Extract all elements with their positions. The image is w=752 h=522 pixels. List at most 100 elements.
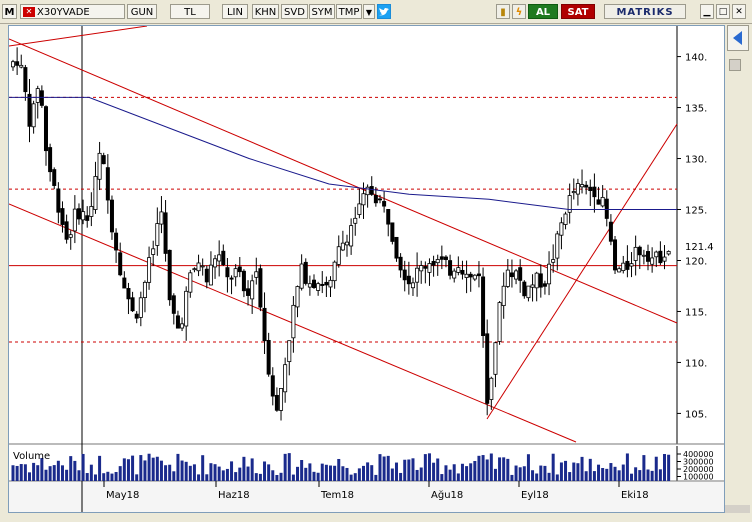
period-button[interactable]: GUN <box>127 4 157 19</box>
volume-bar <box>110 473 114 481</box>
volume-bar <box>93 474 97 481</box>
twitter-button[interactable] <box>377 4 391 19</box>
volume-bar <box>98 455 102 481</box>
volume-bar <box>349 474 353 481</box>
candle-body <box>237 266 242 273</box>
volume-bar <box>423 454 427 481</box>
candle-body <box>229 277 234 280</box>
candle-body <box>204 268 209 283</box>
candle-body <box>538 273 543 288</box>
y-tick-label: 105. <box>685 409 707 420</box>
volume-bar <box>432 462 436 481</box>
menu-label: M <box>4 7 15 18</box>
scrollbar-track[interactable] <box>725 505 750 513</box>
volume-bar <box>300 460 304 481</box>
volume-bar <box>102 473 106 481</box>
close-button[interactable]: ✕ <box>732 4 746 19</box>
candle-body <box>76 208 81 220</box>
volume-bar <box>654 456 658 481</box>
candle-body <box>303 261 308 284</box>
volume-bar <box>246 466 250 481</box>
volume-bar <box>584 471 588 481</box>
volume-bar <box>304 467 308 481</box>
collapse-panel-button[interactable] <box>727 25 749 51</box>
candle-body <box>633 246 638 261</box>
candle-body <box>283 364 288 393</box>
khn-button[interactable]: KHN <box>252 4 279 19</box>
candle-body <box>658 250 663 264</box>
volume-bar <box>135 474 139 481</box>
candle-body <box>456 267 461 273</box>
tmp-dropdown[interactable]: ▼ <box>363 4 375 19</box>
volume-bar <box>386 455 390 481</box>
volume-bar <box>399 472 403 481</box>
volume-bar <box>481 455 485 481</box>
y-tick-label: 125. <box>685 206 707 217</box>
volume-bar <box>353 473 357 481</box>
tmp-button[interactable]: TMP <box>336 4 362 19</box>
candle-body <box>68 234 73 238</box>
candle-body <box>217 254 222 262</box>
candle-body <box>60 208 65 225</box>
volume-bar <box>296 466 300 481</box>
buy-button[interactable]: AL <box>528 4 558 19</box>
volume-bar <box>419 467 423 481</box>
candle-body <box>534 272 539 289</box>
lock-button[interactable]: ▮ <box>496 4 510 19</box>
maximize-button[interactable]: □ <box>716 4 730 19</box>
volume-bar <box>69 456 73 481</box>
chart-type-icon: ✕ <box>23 7 35 17</box>
candle-body <box>386 209 391 225</box>
volume-bar <box>77 470 81 481</box>
volume-bar <box>81 453 85 481</box>
volume-bar <box>180 460 184 481</box>
candle-body <box>11 61 16 68</box>
lin-button[interactable]: LIN <box>222 4 248 19</box>
svd-button[interactable]: SVD <box>281 4 308 19</box>
twitter-icon <box>379 8 389 16</box>
candle-body <box>575 183 580 195</box>
volume-bar <box>469 463 473 481</box>
symbol-field[interactable]: ✕ X30YVADE <box>20 4 125 19</box>
candle-body <box>246 288 251 296</box>
candle-body <box>357 203 362 215</box>
candle-body <box>43 106 48 152</box>
candle-body <box>27 93 32 127</box>
volume-bar <box>456 473 460 481</box>
minimize-button[interactable]: ▁ <box>700 4 714 19</box>
volume-bar <box>493 468 497 481</box>
volume-bar <box>407 459 411 481</box>
volume-bar <box>642 455 646 481</box>
price-chart[interactable]: 105. 110. 115. 120. 125. 130. 135. 140. 121.4 Vol… <box>9 26 724 512</box>
candle-body <box>15 61 20 66</box>
candle-body <box>324 281 329 286</box>
candle-body <box>423 266 428 269</box>
candle-body <box>180 323 185 329</box>
x-tick-label: Eyl18 <box>521 490 549 501</box>
close-icon: ✕ <box>735 7 743 17</box>
sym-button[interactable]: SYM <box>309 4 335 19</box>
candle-body <box>184 290 189 327</box>
scroll-up-arrow[interactable] <box>729 59 741 71</box>
sell-button[interactable]: SAT <box>561 4 595 19</box>
volume-bar <box>630 473 634 481</box>
candle-body <box>571 191 576 194</box>
candle-body <box>241 270 246 292</box>
volume-bar <box>324 464 328 481</box>
candle-body <box>468 273 473 278</box>
candle-body <box>270 375 275 397</box>
candle-body <box>427 263 432 273</box>
candle-body <box>390 222 395 242</box>
candle-body <box>604 198 609 219</box>
volume-bar <box>510 474 514 481</box>
menu-button[interactable]: M <box>2 4 17 19</box>
volume-bar <box>106 471 110 481</box>
volume-bar <box>663 454 667 481</box>
currency-label: TL <box>184 7 196 18</box>
buy-label: AL <box>535 7 551 18</box>
lightning-button[interactable]: ϟ <box>512 4 526 19</box>
currency-button[interactable]: TL <box>170 4 210 19</box>
chart-area[interactable]: 105. 110. 115. 120. 125. 130. 135. 140. 121.4 Vol… <box>8 25 725 513</box>
volume-bar <box>617 470 621 481</box>
candle-body <box>542 283 547 287</box>
